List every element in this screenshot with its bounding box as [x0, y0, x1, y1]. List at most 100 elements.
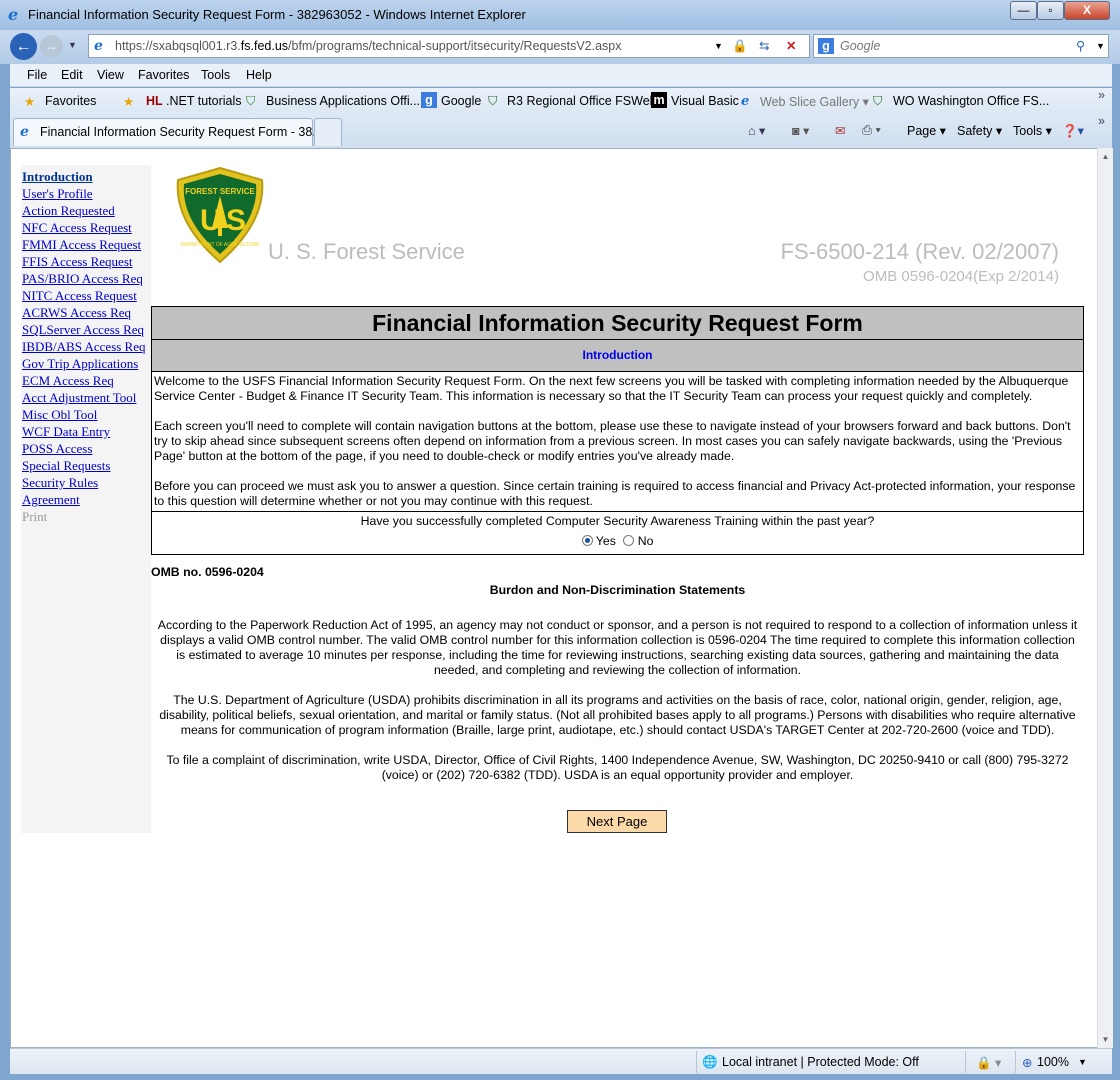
intro-paragraph: Welcome to the USFS Financial Informatio… [154, 374, 1069, 403]
menu-view[interactable]: View [97, 68, 124, 82]
sidebar-item-misc-obl-tool[interactable]: Misc Obl Tool [22, 406, 151, 423]
intro-paragraph: Before you can proceed we must ask you t… [154, 479, 1076, 508]
close-button[interactable]: X [1064, 1, 1110, 20]
sidebar-item-user-s-profile[interactable]: User's Profile [22, 185, 151, 202]
security-zone[interactable]: Local intranet | Protected Mode: Off [722, 1055, 919, 1069]
maximize-button[interactable]: ▫ [1037, 1, 1064, 20]
tab-row: e Financial Information Security Request… [10, 114, 1112, 148]
ie-icon: e [8, 5, 19, 24]
sidebar-item-sqlserver-access-req[interactable]: SQLServer Access Req [22, 321, 151, 338]
sidebar-item-nfc-access-request[interactable]: NFC Access Request [22, 219, 151, 236]
zoom-level[interactable]: 100% [1037, 1055, 1069, 1069]
add-favorite-icon[interactable]: ★ [123, 94, 134, 109]
agency-name: U. S. Forest Service [268, 239, 465, 264]
mail-icon[interactable]: ✉ [835, 123, 845, 138]
help-icon[interactable]: ❓▾ [1062, 123, 1084, 139]
sidebar-item-acrws-access-req[interactable]: ACRWS Access Req [22, 304, 151, 321]
nondiscrimination-statement: The U.S. Department of Agriculture (USDA… [159, 693, 1076, 737]
sidebar-item-security-rules[interactable]: Security Rules [22, 474, 151, 491]
next-page-button[interactable]: Next Page [567, 810, 667, 833]
svg-text:S: S [226, 204, 246, 237]
refresh-icon[interactable]: ⇆ [759, 35, 769, 57]
search-box[interactable]: g Google ⚲ ▼ [813, 34, 1109, 58]
training-question: Have you successfully completed Computer… [152, 512, 1083, 554]
feeds-icon[interactable]: ◙ ▾ [792, 123, 809, 138]
omb-expiration: OMB 0596-0204(Exp 2/2014) [863, 268, 1059, 285]
address-dropdown-icon[interactable]: ▼ [714, 35, 723, 57]
sidebar-item-agreement[interactable]: Agreement [22, 491, 151, 508]
scroll-up-icon[interactable]: ▲ [1098, 152, 1113, 161]
scroll-down-icon[interactable]: ▼ [1098, 1035, 1113, 1044]
fav-web-slice-gallery[interactable]: Web Slice Gallery ▾ [760, 94, 869, 109]
svg-text:DEPARTMENT OF AGRICULTURE: DEPARTMENT OF AGRICULTURE [181, 242, 260, 248]
safety-menu[interactable]: Safety ▾ [957, 123, 1002, 138]
page-menu[interactable]: Page ▾ [907, 123, 946, 138]
ie-icon: e [741, 94, 750, 109]
google-icon: g [421, 92, 437, 108]
zoom-dropdown-icon[interactable]: ▼ [1078, 1057, 1087, 1067]
tab-title: Financial Information Security Request F… [40, 125, 323, 139]
tab-active[interactable]: e Financial Information Security Request… [13, 118, 323, 146]
intro-paragraph: Each screen you'll need to complete will… [154, 419, 1071, 463]
stop-icon[interactable]: ✕ [786, 35, 796, 57]
sidebar-item-acct-adjustment-tool[interactable]: Acct Adjustment Tool [22, 389, 151, 406]
sidebar-item-fmmi-access-request[interactable]: FMMI Access Request [22, 236, 151, 253]
title-bar: e Financial Information Security Request… [0, 0, 1120, 30]
sidebar-item-special-requests[interactable]: Special Requests [22, 457, 151, 474]
new-tab-button[interactable] [314, 118, 342, 146]
sidebar-item-action-requested[interactable]: Action Requested [22, 202, 151, 219]
menu-help[interactable]: Help [246, 68, 272, 82]
home-icon[interactable]: ⌂ ▾ [748, 123, 765, 138]
fav-business-apps[interactable]: Business Applications Offi... [266, 94, 420, 108]
back-button[interactable]: ← [10, 33, 37, 60]
paperwork-statement: According to the Paperwork Reduction Act… [157, 618, 1078, 677]
vertical-scrollbar[interactable]: ▲ ▼ [1097, 148, 1113, 1048]
sidebar-item-ecm-access-req[interactable]: ECM Access Req [22, 372, 151, 389]
section-heading: Introduction [152, 340, 1083, 372]
usfs-icon: ⛉ [873, 94, 883, 108]
sidebar-item-introduction[interactable]: Introduction [22, 168, 151, 185]
sidebar-item-pas-brio-access-req[interactable]: PAS/BRIO Access Req [22, 270, 151, 287]
no-radio[interactable] [623, 535, 635, 546]
sidebar-item-nitc-access-request[interactable]: NITC Access Request [22, 287, 151, 304]
yes-label[interactable]: Yes [596, 534, 616, 548]
sidebar-item-wcf-data-entry[interactable]: WCF Data Entry [22, 423, 151, 440]
protected-mode-icon[interactable]: 🔒 ▾ [976, 1055, 1001, 1071]
menu-tools[interactable]: Tools [201, 68, 230, 82]
page-content: Introduction User's Profile Action Request… [10, 148, 1098, 1048]
fav-google[interactable]: Google [441, 94, 481, 108]
no-label[interactable]: No [638, 534, 654, 548]
more-chevron-icon[interactable]: » [1098, 114, 1105, 128]
menu-favorites[interactable]: Favorites [138, 68, 189, 82]
menu-edit[interactable]: Edit [61, 68, 83, 82]
fav-wo-washington[interactable]: WO Washington Office FS... [893, 94, 1049, 108]
lock-icon[interactable]: 🔒 [732, 35, 748, 57]
zoom-icon[interactable]: ⊕ [1022, 1055, 1032, 1070]
tools-menu[interactable]: Tools ▾ [1013, 123, 1052, 138]
yes-radio[interactable] [581, 535, 593, 546]
more-chevron-icon[interactable]: » [1098, 88, 1105, 102]
complaint-statement: To file a complaint of discrimination, w… [166, 753, 1069, 782]
favorites-button[interactable]: Favorites [45, 94, 96, 108]
sidebar-item-gov-trip-applications[interactable]: Gov Trip Applications [22, 355, 151, 372]
address-bar[interactable]: e https://sxabqsql001.r3.fs.fed.us/bfm/p… [88, 34, 810, 58]
menu-file[interactable]: File [27, 68, 47, 82]
fav-visual-basic[interactable]: Visual Basic [671, 94, 739, 108]
page-icon: e [94, 38, 103, 54]
minimize-button[interactable]: — [1010, 1, 1037, 20]
form-number: FS-6500-214 (Rev. 02/2007) [780, 239, 1059, 264]
sidebar-nav: Introduction User's Profile Action Request… [21, 165, 151, 833]
print-icon[interactable]: ⎙ ▾ [862, 123, 881, 138]
statements: OMB no. 0596-0204 Burdon and Non-Discrim… [151, 565, 1084, 783]
search-options-icon[interactable]: ▼ [1096, 35, 1105, 57]
sidebar-item-ffis-access-request[interactable]: FFIS Access Request [22, 253, 151, 270]
search-icon[interactable]: ⚲ [1076, 35, 1085, 57]
forward-button[interactable]: → [40, 35, 63, 58]
recent-pages-dropdown[interactable]: ▼ [68, 40, 77, 50]
sidebar-item-poss-access[interactable]: POSS Access [22, 440, 151, 457]
fav-net-tutorials[interactable]: .NET tutorials [166, 94, 242, 108]
fav-r3-regional[interactable]: R3 Regional Office FSWeb [507, 94, 657, 108]
hl-icon: HL [146, 94, 163, 108]
sidebar-item-ibdb-abs-access-req[interactable]: IBDB/ABS Access Req [22, 338, 151, 355]
intro-form: Financial Information Security Request F… [151, 306, 1084, 555]
